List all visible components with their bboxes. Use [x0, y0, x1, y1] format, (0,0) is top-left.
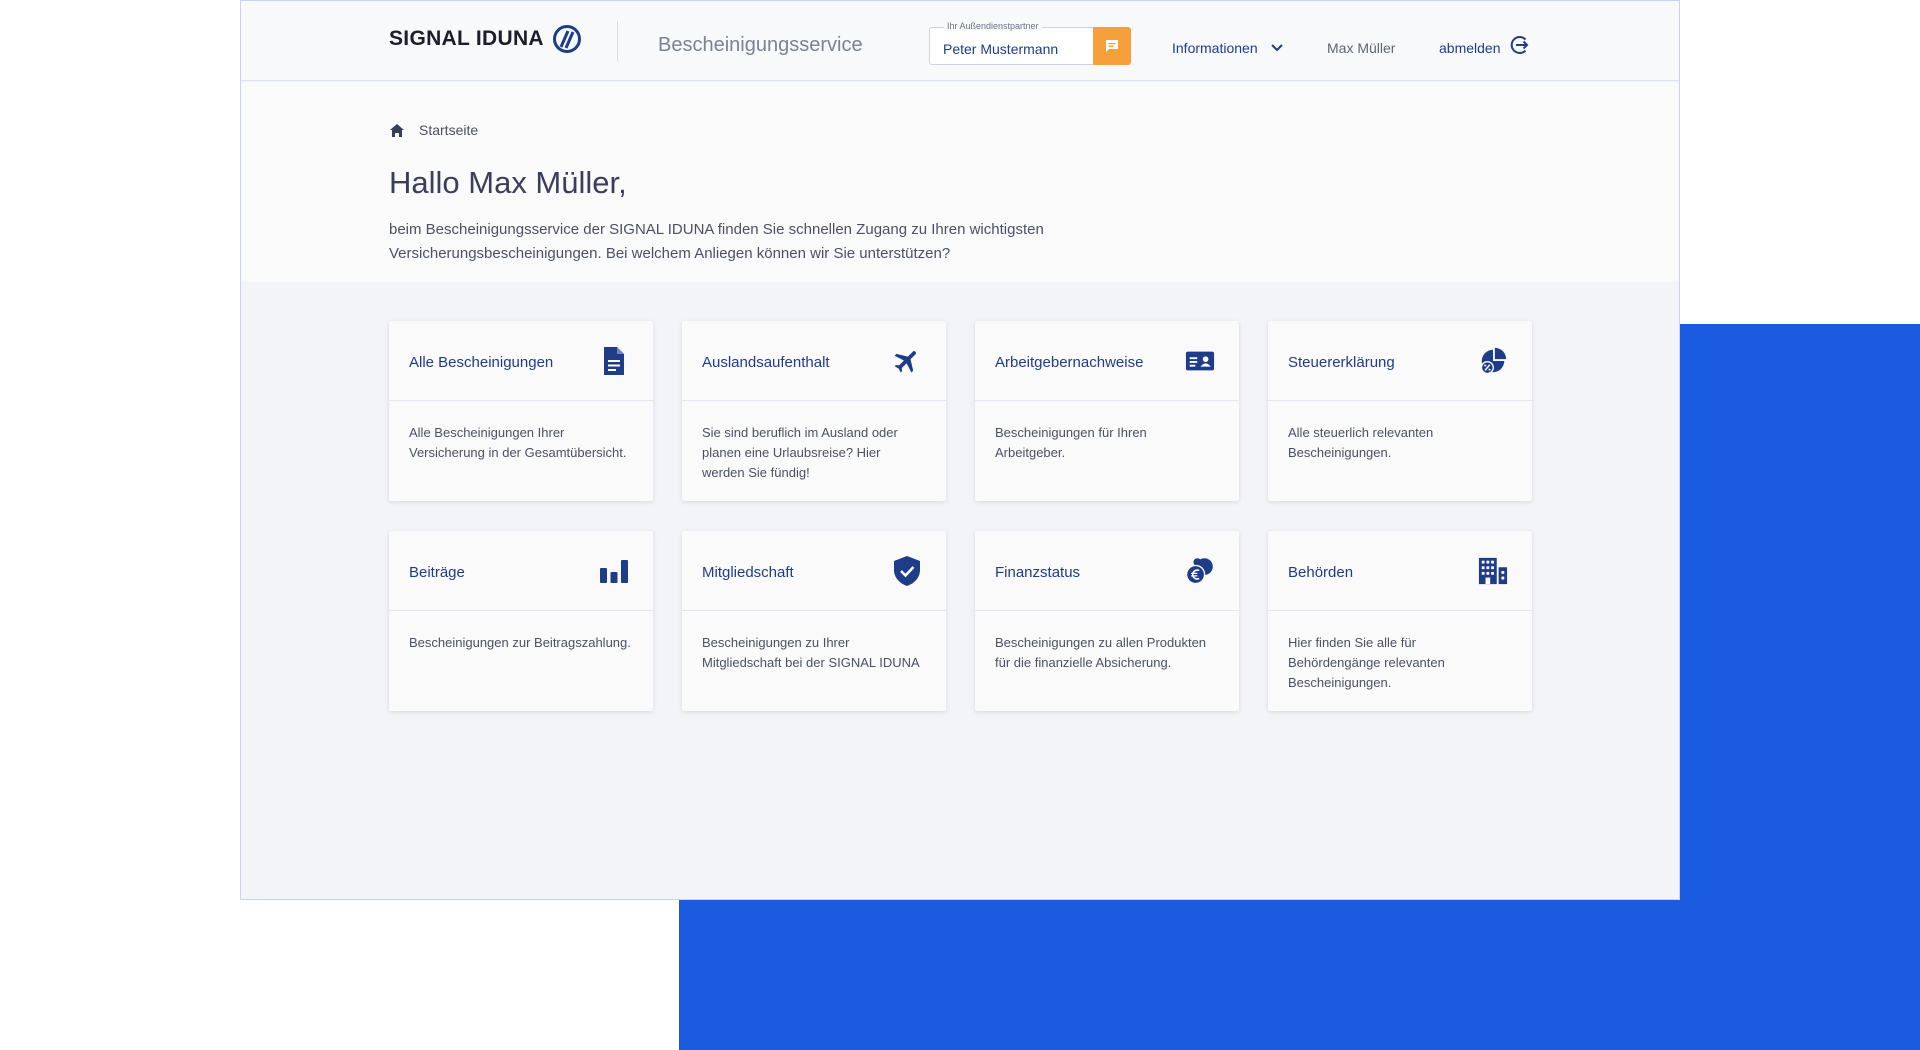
- office-building-icon: [1478, 556, 1508, 586]
- card-description: Alle steuerlich relevanten Bescheinigung…: [1288, 425, 1434, 460]
- card-description: Sie sind beruflich im Ausland oder plane…: [702, 425, 898, 480]
- card-description: Bescheinigungen zu allen Produkten für d…: [995, 635, 1207, 670]
- signal-iduna-logo[interactable]: SIGNAL IDUNA: [389, 23, 582, 55]
- card-auslandsaufenthalt[interactable]: Auslandsaufenthalt Sie sind beruflich im…: [682, 321, 946, 501]
- category-grid: Alle Bescheinigungen Alle Bescheinigunge…: [389, 321, 1532, 711]
- chat-icon: [1106, 40, 1118, 52]
- user-name: Max Müller: [1327, 40, 1396, 56]
- card-description: Alle Bescheinigungen Ihrer Versicherung …: [409, 425, 627, 460]
- home-icon[interactable]: [389, 123, 405, 138]
- logo-mark-icon: [552, 25, 581, 53]
- card-title: Steuererklärung: [1288, 354, 1395, 371]
- card-title: Arbeitgebernachweise: [995, 354, 1144, 371]
- page-title: Hallo Max Müller,: [389, 165, 627, 200]
- logout-icon: [1510, 35, 1528, 54]
- card-title: Auslandsaufenthalt: [702, 354, 830, 371]
- breadcrumb-startseite[interactable]: Startseite: [419, 122, 478, 138]
- card-arbeitgebernachweise[interactable]: Arbeitgebernachweise Bescheinigungen für…: [975, 321, 1239, 501]
- card-title: Behörden: [1288, 564, 1354, 581]
- tax-pie-chart-icon: [1478, 346, 1508, 376]
- logout-link[interactable]: abmelden: [1439, 33, 1530, 56]
- informationen-dropdown[interactable]: Informationen: [1172, 40, 1284, 56]
- logout-label: abmelden: [1439, 40, 1501, 56]
- card-description: Bescheinigungen zur Beitragszahlung.: [409, 635, 631, 650]
- card-description: Bescheinigungen für Ihren Arbeitgeber.: [995, 425, 1147, 460]
- card-title: Beiträge: [409, 564, 465, 581]
- id-card-icon: [1185, 346, 1215, 376]
- euro-coins-icon: [1185, 556, 1215, 586]
- shield-check-icon: [892, 555, 922, 586]
- card-alle-bescheinigungen[interactable]: Alle Bescheinigungen Alle Bescheinigunge…: [389, 321, 653, 501]
- contact-partner-button[interactable]: [1093, 27, 1131, 65]
- browser-frame: SIGNAL IDUNA Bescheinigungsservice Ihr A…: [240, 0, 1680, 900]
- intro-text: beim Bescheinigungsservice der SIGNAL ID…: [389, 221, 1044, 262]
- informationen-label: Informationen: [1172, 40, 1258, 56]
- card-title: Mitgliedschaft: [702, 564, 794, 581]
- service-title: Bescheinigungsservice: [658, 34, 863, 56]
- card-steuererklaerung[interactable]: Steuererklärung Alle steuerlich relevant…: [1268, 321, 1532, 501]
- card-behoerden[interactable]: Behörden Hier finden Sie alle für Behörd…: [1268, 531, 1532, 711]
- card-beitraege[interactable]: Beiträge Bescheinigungen zur Beitragszah…: [389, 531, 653, 711]
- background-blue-block-bottom: [679, 899, 1920, 1050]
- header-divider: [617, 21, 618, 61]
- card-title: Finanzstatus: [995, 564, 1081, 581]
- partner-label: Ihr Außendienstpartner: [944, 21, 1042, 31]
- breadcrumb: Startseite: [389, 122, 478, 138]
- bar-chart-icon: [599, 556, 629, 586]
- intro-section: Startseite Hallo Max Müller, beim Besche…: [241, 82, 1679, 282]
- card-title: Alle Bescheinigungen: [409, 354, 554, 371]
- partner-field[interactable]: Ihr Außendienstpartner Peter Mustermann: [929, 21, 1093, 65]
- partner-value: Peter Mustermann: [943, 41, 1059, 57]
- logo-text: SIGNAL IDUNA: [389, 27, 544, 50]
- site-header: SIGNAL IDUNA Bescheinigungsservice Ihr A…: [241, 1, 1679, 81]
- airplane-icon: [892, 346, 922, 376]
- document-icon: [599, 346, 629, 376]
- card-finanzstatus[interactable]: Finanzstatus Bescheinigungen zu allen Pr…: [975, 531, 1239, 711]
- card-description: Hier finden Sie alle für Behördengänge r…: [1288, 635, 1445, 690]
- card-description: Bescheinigungen zu Ihrer Mitgliedschaft …: [702, 635, 920, 670]
- chevron-down-icon: [1270, 44, 1283, 52]
- card-mitgliedschaft[interactable]: Mitgliedschaft Bescheinigungen zu Ihrer …: [682, 531, 946, 711]
